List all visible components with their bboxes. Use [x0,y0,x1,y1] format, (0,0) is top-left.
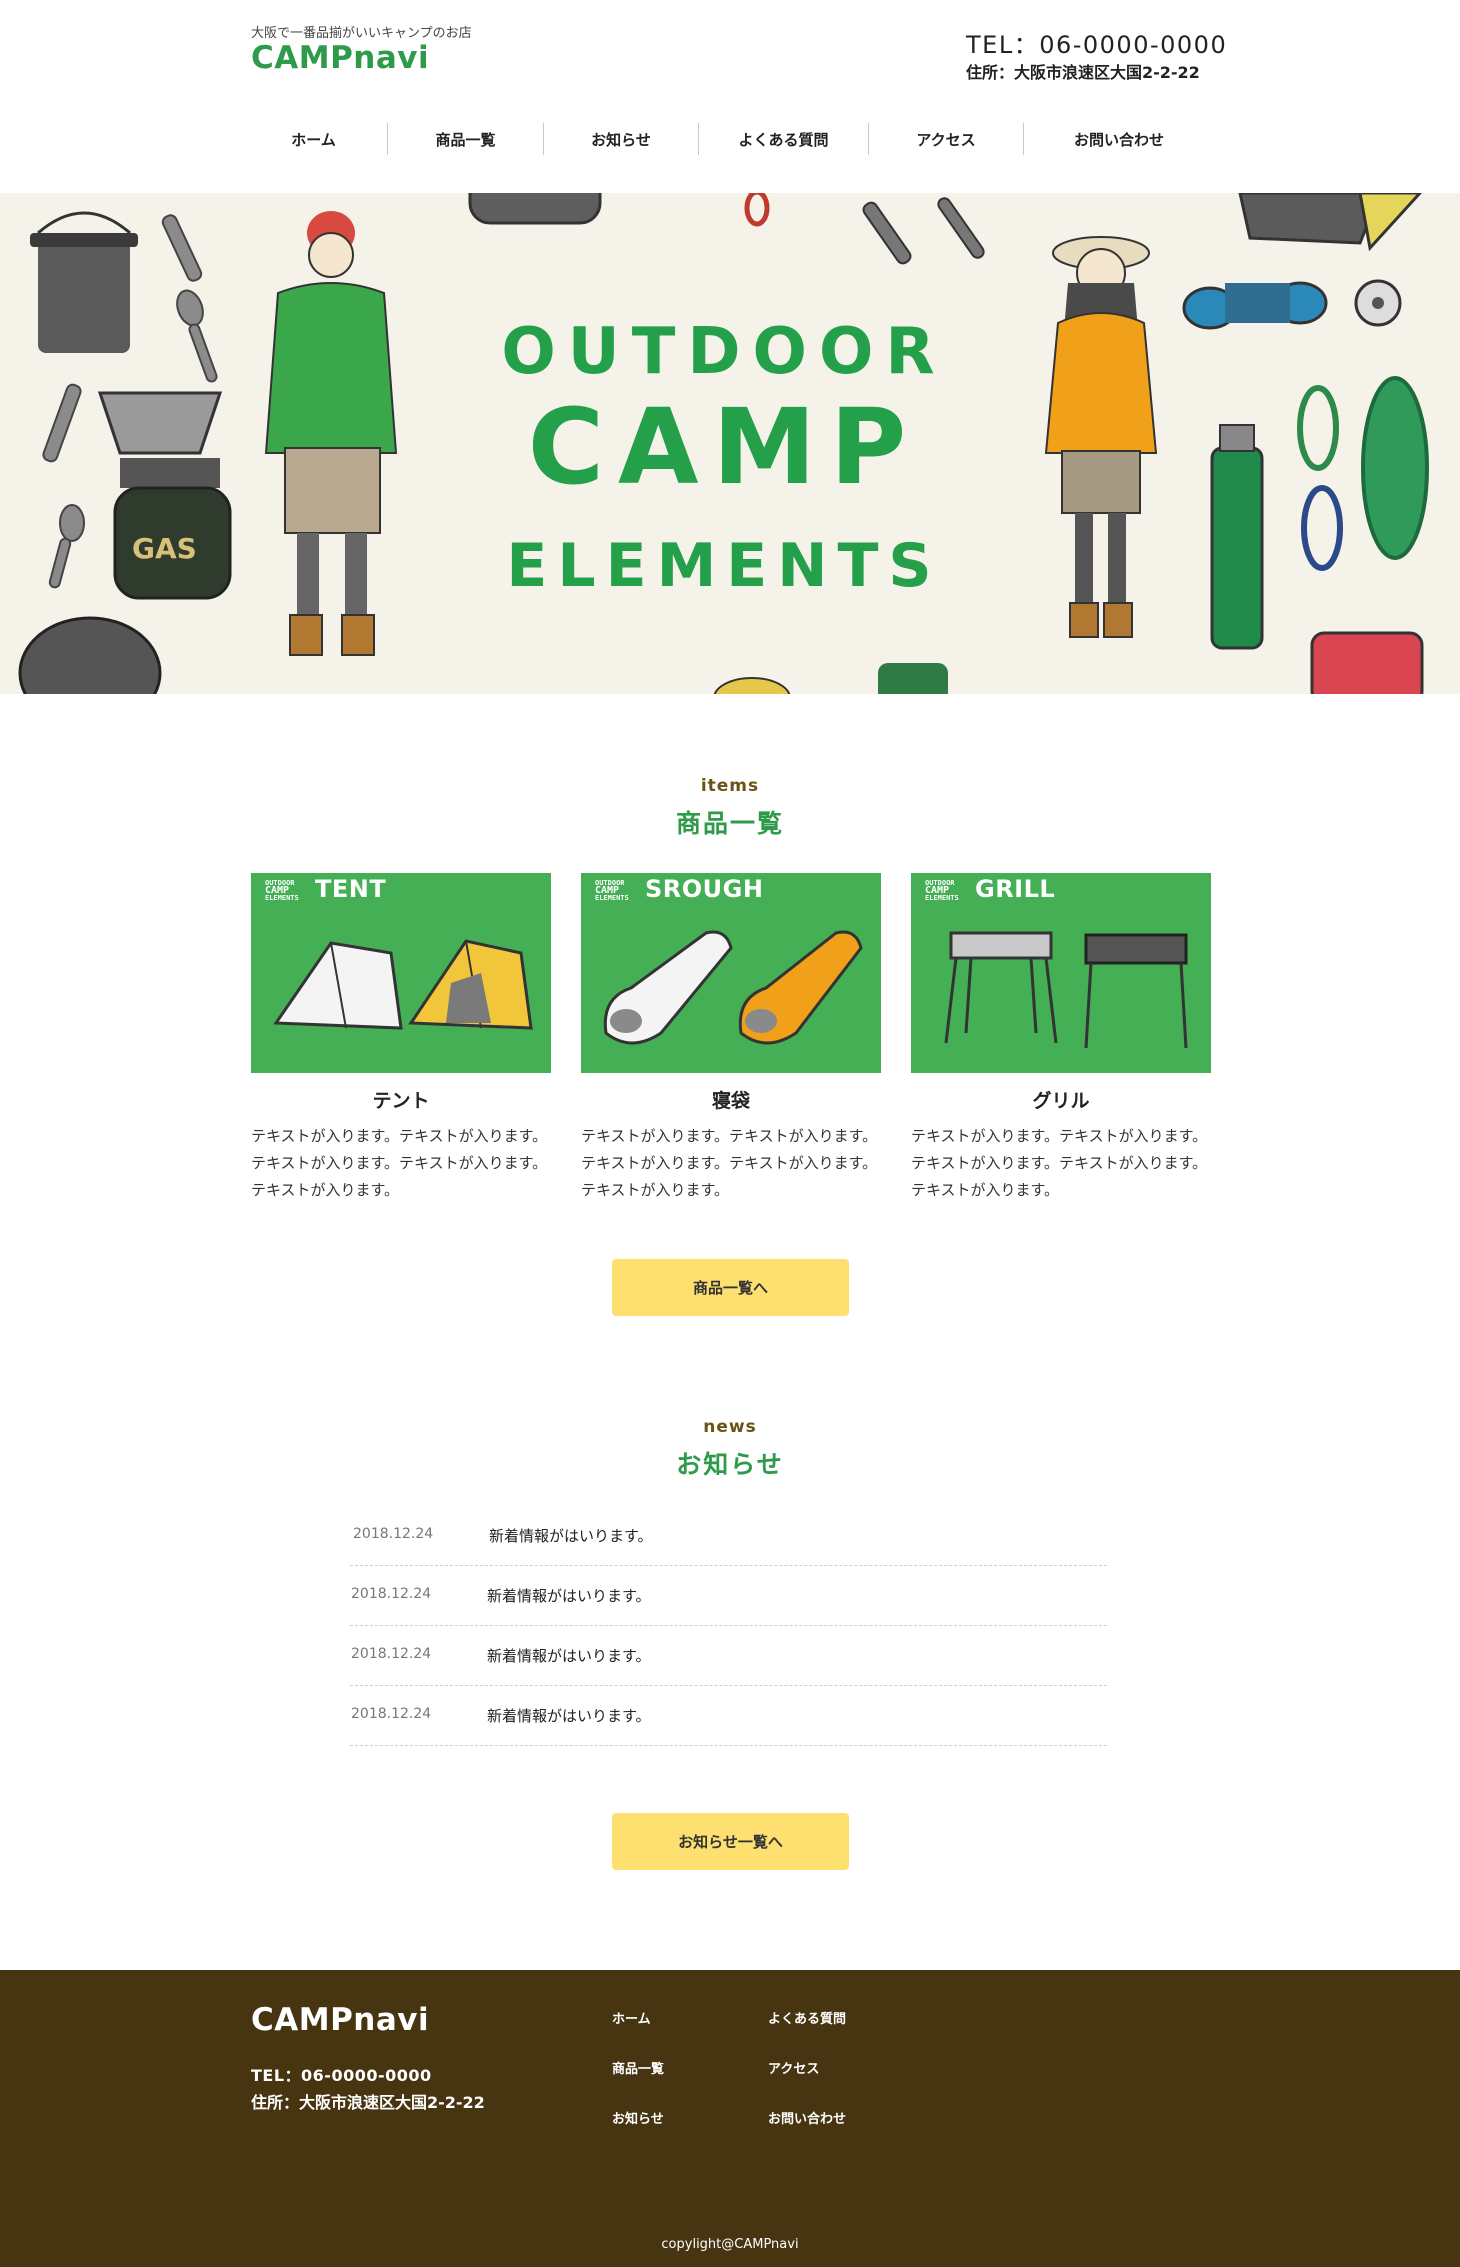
footer-link-products[interactable]: 商品一覧 [612,2058,664,2077]
water-bottle-icon [1210,424,1264,650]
footer-link-access[interactable]: アクセス [768,2058,819,2077]
news-title[interactable]: 新着情報がはいります。 [487,1585,651,1606]
news-date: 2018.12.24 [351,1586,432,1602]
compass-icon [1354,279,1402,327]
site-footer: CAMPnavi TEL：06-0000-0000 住所：大阪市浪速区大国2-2… [0,1970,1460,2267]
nav-item-home[interactable]: ホーム [240,123,388,155]
svg-text:GAS: GAS [132,532,197,565]
news-section-subtitle: news [703,1417,757,1437]
product-name: グリル [1032,1090,1090,1112]
news-item[interactable]: 2018.12.24 新着情報がはいります。 [350,1566,1107,1626]
footer-phone: TEL：06-0000-0000 [251,2066,432,2085]
news-title[interactable]: 新着情報がはいります。 [487,1705,651,1726]
gas-stove-icon: GAS [97,391,232,600]
tent-corner-icon [1238,193,1423,252]
hero-banner: GAS OUTDOOR CAMP ELEMENTS [0,193,1460,694]
product-image-tent[interactable]: OUTDOOR CAMP ELEMENTS TENT [251,873,551,1073]
news-item[interactable]: 2018.12.24 新着情報がはいります。 [350,1626,1107,1686]
carabiner-small-icon [744,193,770,227]
hero-title-line2: CAMP [528,386,921,508]
rope-icon [1361,376,1429,560]
footer-address: 住所：大阪市浪速区大国2-2-22 [251,2093,485,2112]
footer-logo[interactable]: CAMPnavi [251,2002,429,2038]
hero-illustration: GAS OUTDOOR CAMP ELEMENTS [18,193,1429,694]
hiker-woman-illustration [1044,236,1158,638]
hero-title: OUTDOOR CAMP ELEMENTS [501,315,946,601]
footer-link-contact[interactable]: お問い合わせ [768,2108,846,2127]
items-section-title: 商品一覧 [675,809,784,838]
products-list-button[interactable]: 商品一覧へ [612,1259,849,1316]
items-section-subtitle: items [700,776,760,796]
news-list-button[interactable]: お知らせ一覧へ [612,1813,849,1870]
binoculars-icon [1182,281,1328,330]
nav-item-access[interactable]: アクセス [869,123,1024,155]
footer-link-news[interactable]: お知らせ [612,2108,664,2127]
footer-link-faq[interactable]: よくある質問 [768,2008,846,2027]
multitool-icon [862,197,985,265]
carabiner-icon [1297,385,1343,571]
site-header: 大阪で一番品揃がいいキャンプのお店 CAMPnavi TEL：06-0000-0… [0,0,1460,193]
hero-title-line1: OUTDOOR [501,315,946,389]
news-title[interactable]: 新着情報がはいります。 [487,1645,651,1666]
news-date: 2018.12.24 [351,1646,432,1662]
copyright: copylight@CAMPnavi [661,2237,799,2252]
nav-item-faq[interactable]: よくある質問 [699,123,869,155]
product-name: テント [372,1090,430,1112]
camp-pot-icon [30,211,138,353]
product-description: テキストが入ります。テキストが入ります。テキストが入ります。テキストが入ります。… [911,1127,1208,1199]
site-logo[interactable]: CAMPnavi [251,40,429,76]
backpack-icon [468,193,602,225]
news-item[interactable]: 2018.12.24 新着情報がはいります。 [350,1686,1107,1746]
news-date: 2018.12.24 [353,1526,434,1542]
product-description: テキストが入ります。テキストが入ります。テキストが入ります。テキストが入ります。… [581,1127,878,1199]
global-nav: ホーム 商品一覧 お知らせ よくある質問 アクセス お問い合わせ [240,123,1220,155]
news-item[interactable]: 2018.12.24 新着情報がはいります。 [350,1506,1107,1566]
cooking-pot-icon [18,616,162,694]
product-name: 寝袋 [711,1090,750,1112]
product-description: テキストが入ります。テキストが入ります。テキストが入ります。テキストが入ります。… [251,1127,548,1199]
news-section-title: お知らせ [676,1450,784,1479]
news-date: 2018.12.24 [351,1706,432,1722]
red-pouch-icon [1310,631,1424,694]
header-address: 住所：大阪市浪速区大国2-2-22 [966,63,1200,82]
header-tagline: 大阪で一番品揃がいいキャンプのお店 [251,26,472,41]
tent-icon [273,939,533,1030]
lantern-icon [713,663,948,694]
sleeping-bag-icon [603,930,863,1045]
nav-item-products[interactable]: 商品一覧 [388,123,544,155]
news-title[interactable]: 新着情報がはいります。 [489,1525,653,1546]
nav-item-news[interactable]: お知らせ [544,123,699,155]
header-phone: TEL：06-0000-0000 [966,31,1228,59]
nav-item-contact[interactable]: お問い合わせ [1024,123,1214,155]
hero-title-line3: ELEMENTS [506,531,941,601]
footer-link-home[interactable]: ホーム [612,2008,651,2027]
hiker-man-illustration [264,211,398,656]
grill-icon [944,931,1188,1049]
product-image-sleeping-bag[interactable]: OUTDOOR CAMP ELEMENTS SROUGH [581,873,881,1073]
product-image-grill[interactable]: OUTDOOR CAMP ELEMENTS GRILL [911,873,1211,1073]
